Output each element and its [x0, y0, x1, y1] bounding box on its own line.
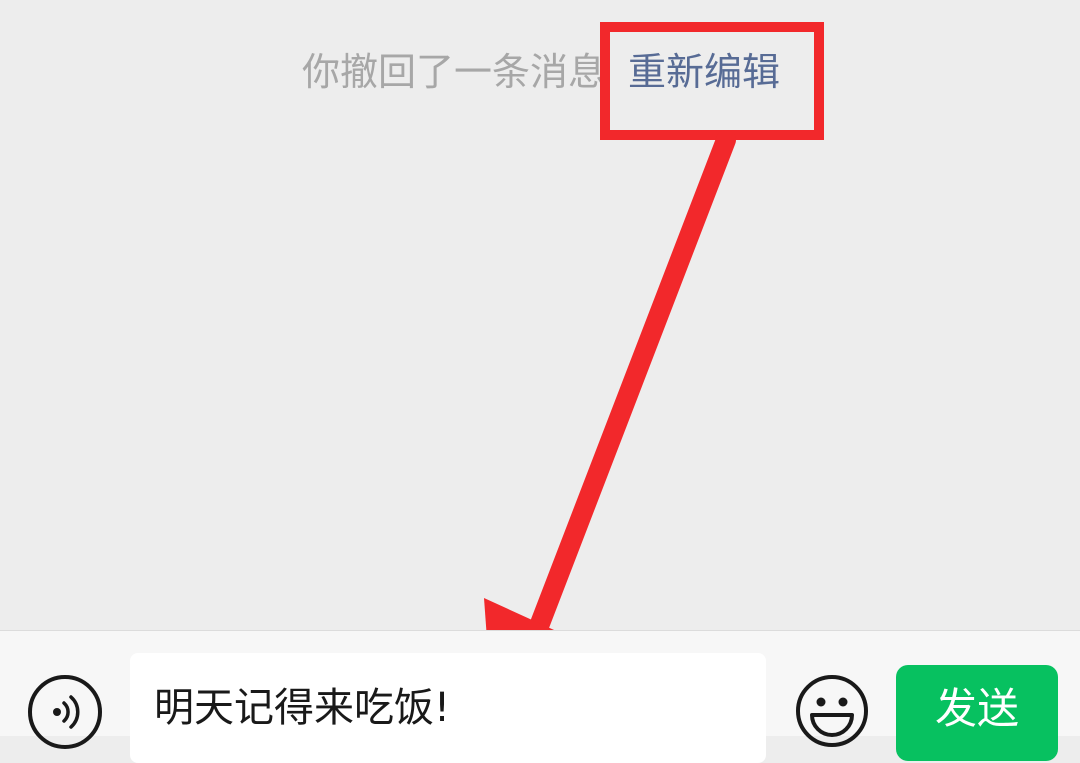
send-button[interactable]: 发送 — [896, 665, 1058, 761]
voice-button[interactable] — [28, 675, 102, 749]
recall-notice: 你撤回了一条消息 重新编辑 — [0, 42, 1080, 102]
message-input[interactable]: 明天记得来吃饭! — [130, 653, 766, 763]
recall-notice-text: 你撤回了一条消息 — [302, 50, 607, 94]
voice-icon — [53, 695, 80, 729]
emoji-icon — [796, 675, 868, 747]
emoji-button[interactable] — [794, 673, 870, 749]
chat-area: 你撤回了一条消息 重新编辑 — [0, 0, 1080, 630]
reedit-link[interactable]: 重新编辑 — [628, 48, 780, 96]
input-bar: 明天记得来吃饭! 发送 — [0, 630, 1080, 763]
